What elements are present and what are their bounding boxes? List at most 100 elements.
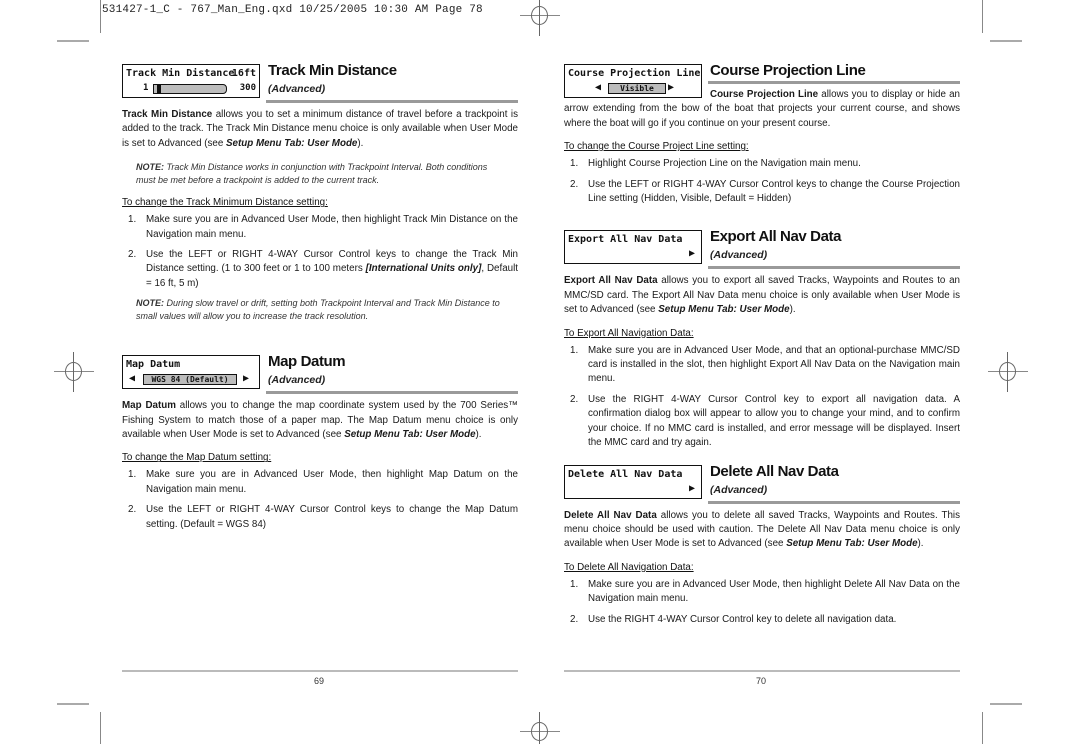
registration-mark-bottom <box>520 712 560 744</box>
distance-slider[interactable] <box>153 84 227 94</box>
body-lead: Track Min Distance <box>122 109 213 120</box>
lcd-label: Map Datum <box>126 359 181 371</box>
mode-label: (Advanced) <box>710 483 768 496</box>
lcd-label: Track Min Distance <box>126 68 235 79</box>
crop-mark <box>57 40 89 42</box>
lcd-course-projection-line: Course Projection Line ◀ Visible ▶ <box>564 64 702 98</box>
procedure-heading: To Export All Navigation Data: <box>564 327 694 339</box>
lcd-value: 16ft <box>231 68 256 79</box>
procedure-steps: 1. Make sure you are in Advanced User Mod… <box>122 468 518 532</box>
right-page: Course Projection Line ◀ Visible ▶ Cours… <box>564 62 960 633</box>
procedure-heading: To change the Course Project Line settin… <box>564 141 749 153</box>
body-lead: Map Datum <box>122 400 176 412</box>
page-number-left: 69 <box>314 676 325 686</box>
procedure-steps: 1. Make sure you are in Advanced User Mod… <box>122 213 518 291</box>
step-text: Make sure you are in Advanced User Mode,… <box>588 578 960 605</box>
step-emphasis: [International Units only] <box>365 263 482 275</box>
step: 1. Make sure you are in Advanced User Mod… <box>568 344 960 387</box>
left-arrow-icon[interactable]: ◀ <box>129 373 135 384</box>
note-text: During slow travel or drift, setting bot… <box>136 298 500 322</box>
body-end: ). <box>357 137 364 149</box>
step-text: Make sure you are in Advanced User Mode,… <box>588 344 960 385</box>
section-body: Map Datum allows you to change the map c… <box>122 399 518 442</box>
step-number: 2. <box>128 504 137 516</box>
lcd-export-all-nav-data: Export All Nav Data ▶ <box>564 230 702 265</box>
lcd-delete-all-nav-data: Delete All Nav Data ▶ <box>564 464 702 499</box>
procedure-steps: 1. Highlight Course Projection Line on th… <box>564 157 960 206</box>
note-lead: NOTE: <box>136 162 164 173</box>
left-page: Track Min Distance 16ft 1 300 Track Min … <box>122 62 518 538</box>
crop-mark <box>982 0 983 33</box>
mode-label: (Advanced) <box>268 374 326 387</box>
mode-label: (Advanced) <box>710 249 768 262</box>
cross-reference: Setup Menu Tab: User Mode <box>226 137 358 149</box>
registration-mark-right <box>988 352 1028 392</box>
step-text: Use the LEFT or RIGHT 4-WAY Cursor Contr… <box>146 504 518 530</box>
step: 2. Use the RIGHT 4-WAY Cursor Control key… <box>568 393 960 451</box>
slider-max: 300 <box>239 83 256 93</box>
page-number-right: 70 <box>756 676 767 686</box>
note: NOTE: Track Min Distance works in conjun… <box>136 161 504 187</box>
right-arrow-icon[interactable]: ▶ <box>243 373 249 384</box>
registration-mark-top <box>520 0 560 36</box>
slider-min: 1 <box>143 83 149 93</box>
note: NOTE: During slow travel or drift, setti… <box>136 297 504 323</box>
section-divider <box>708 266 960 270</box>
lcd-label: Course Projection Line <box>568 68 701 79</box>
section-delete-all-nav-data: Delete All Nav Data ▶ Delete All Nav Dat… <box>564 463 960 627</box>
step: 1. Make sure you are in Advanced User Mod… <box>568 578 960 607</box>
section-title: Track Min Distance <box>268 62 397 79</box>
section-title: Course Projection Line <box>710 62 866 79</box>
registration-mark-left <box>54 352 94 392</box>
section-title: Delete All Nav Data <box>710 462 839 480</box>
lcd-label: Export All Nav Data <box>568 234 683 246</box>
section-title: Export All Nav Data <box>710 228 842 246</box>
body-lead: Delete All Nav Data <box>564 509 657 521</box>
step-number: 1. <box>570 158 579 170</box>
footer-rule-right <box>564 670 960 672</box>
procedure-steps: 1. Make sure you are in Advanced User Mod… <box>564 578 960 627</box>
step-number: 2. <box>570 613 579 625</box>
left-arrow-icon[interactable]: ◀ <box>595 82 601 93</box>
crop-mark <box>57 703 89 705</box>
cross-reference: Setup Menu Tab: User Mode <box>786 538 918 550</box>
procedure-steps: 1. Make sure you are in Advanced User Mod… <box>564 344 960 451</box>
note-text: Track Min Distance works in conjunction … <box>136 162 488 186</box>
step-number: 1. <box>128 469 137 481</box>
lcd-selected-value[interactable]: Visible <box>608 83 666 94</box>
step: 2. Use the RIGHT 4-WAY Cursor Control key… <box>568 613 960 627</box>
lcd-selected-value[interactable]: WGS 84 (Default) <box>143 374 237 386</box>
step-number: 1. <box>570 578 579 590</box>
body-end: ). <box>475 429 482 441</box>
step-number: 2. <box>570 178 579 190</box>
footer-rule-left <box>122 670 518 672</box>
body-end: ). <box>917 538 924 550</box>
section-body: Export All Nav Data allows you to export… <box>564 274 960 317</box>
file-slug: 531427-1_C - 767_Man_Eng.qxd 10/25/2005 … <box>102 4 483 16</box>
procedure-heading: To change the Track Minimum Distance set… <box>122 197 328 209</box>
crop-mark <box>100 712 101 744</box>
section-divider <box>708 500 960 504</box>
procedure-heading: To change the Map Datum setting: <box>122 452 272 464</box>
note-lead: NOTE: <box>136 298 164 309</box>
section-course-projection-line: Course Projection Line ◀ Visible ▶ Cours… <box>564 62 960 206</box>
section-body: Delete All Nav Data allows you to delete… <box>564 509 960 552</box>
section-divider <box>708 81 960 84</box>
step: 1. Make sure you are in Advanced User Mod… <box>126 213 518 242</box>
crop-mark <box>990 703 1022 705</box>
step-number: 1. <box>128 214 137 226</box>
lcd-track-min-distance: Track Min Distance 16ft 1 300 <box>122 64 260 98</box>
lcd-label: Delete All Nav Data <box>568 468 683 480</box>
step: 1. Make sure you are in Advanced User Mod… <box>126 468 518 497</box>
step-text: Highlight Course Projection Line on the … <box>588 158 861 170</box>
step-text: Use the LEFT or RIGHT 4-WAY Cursor Contr… <box>588 178 960 205</box>
slider-knob[interactable] <box>157 84 161 94</box>
lcd-map-datum: Map Datum ◀ WGS 84 (Default) ▶ <box>122 355 260 390</box>
section-body: Track Min Distance allows you to set a m… <box>122 108 518 151</box>
section-map-datum: Map Datum ◀ WGS 84 (Default) ▶ Map Datum… <box>122 353 518 532</box>
right-arrow-icon[interactable]: ▶ <box>668 82 674 93</box>
step: 2. Use the LEFT or RIGHT 4-WAY Cursor Con… <box>126 248 518 291</box>
crop-mark <box>990 40 1022 42</box>
right-arrow-icon[interactable]: ▶ <box>689 483 695 494</box>
right-arrow-icon[interactable]: ▶ <box>689 248 695 259</box>
